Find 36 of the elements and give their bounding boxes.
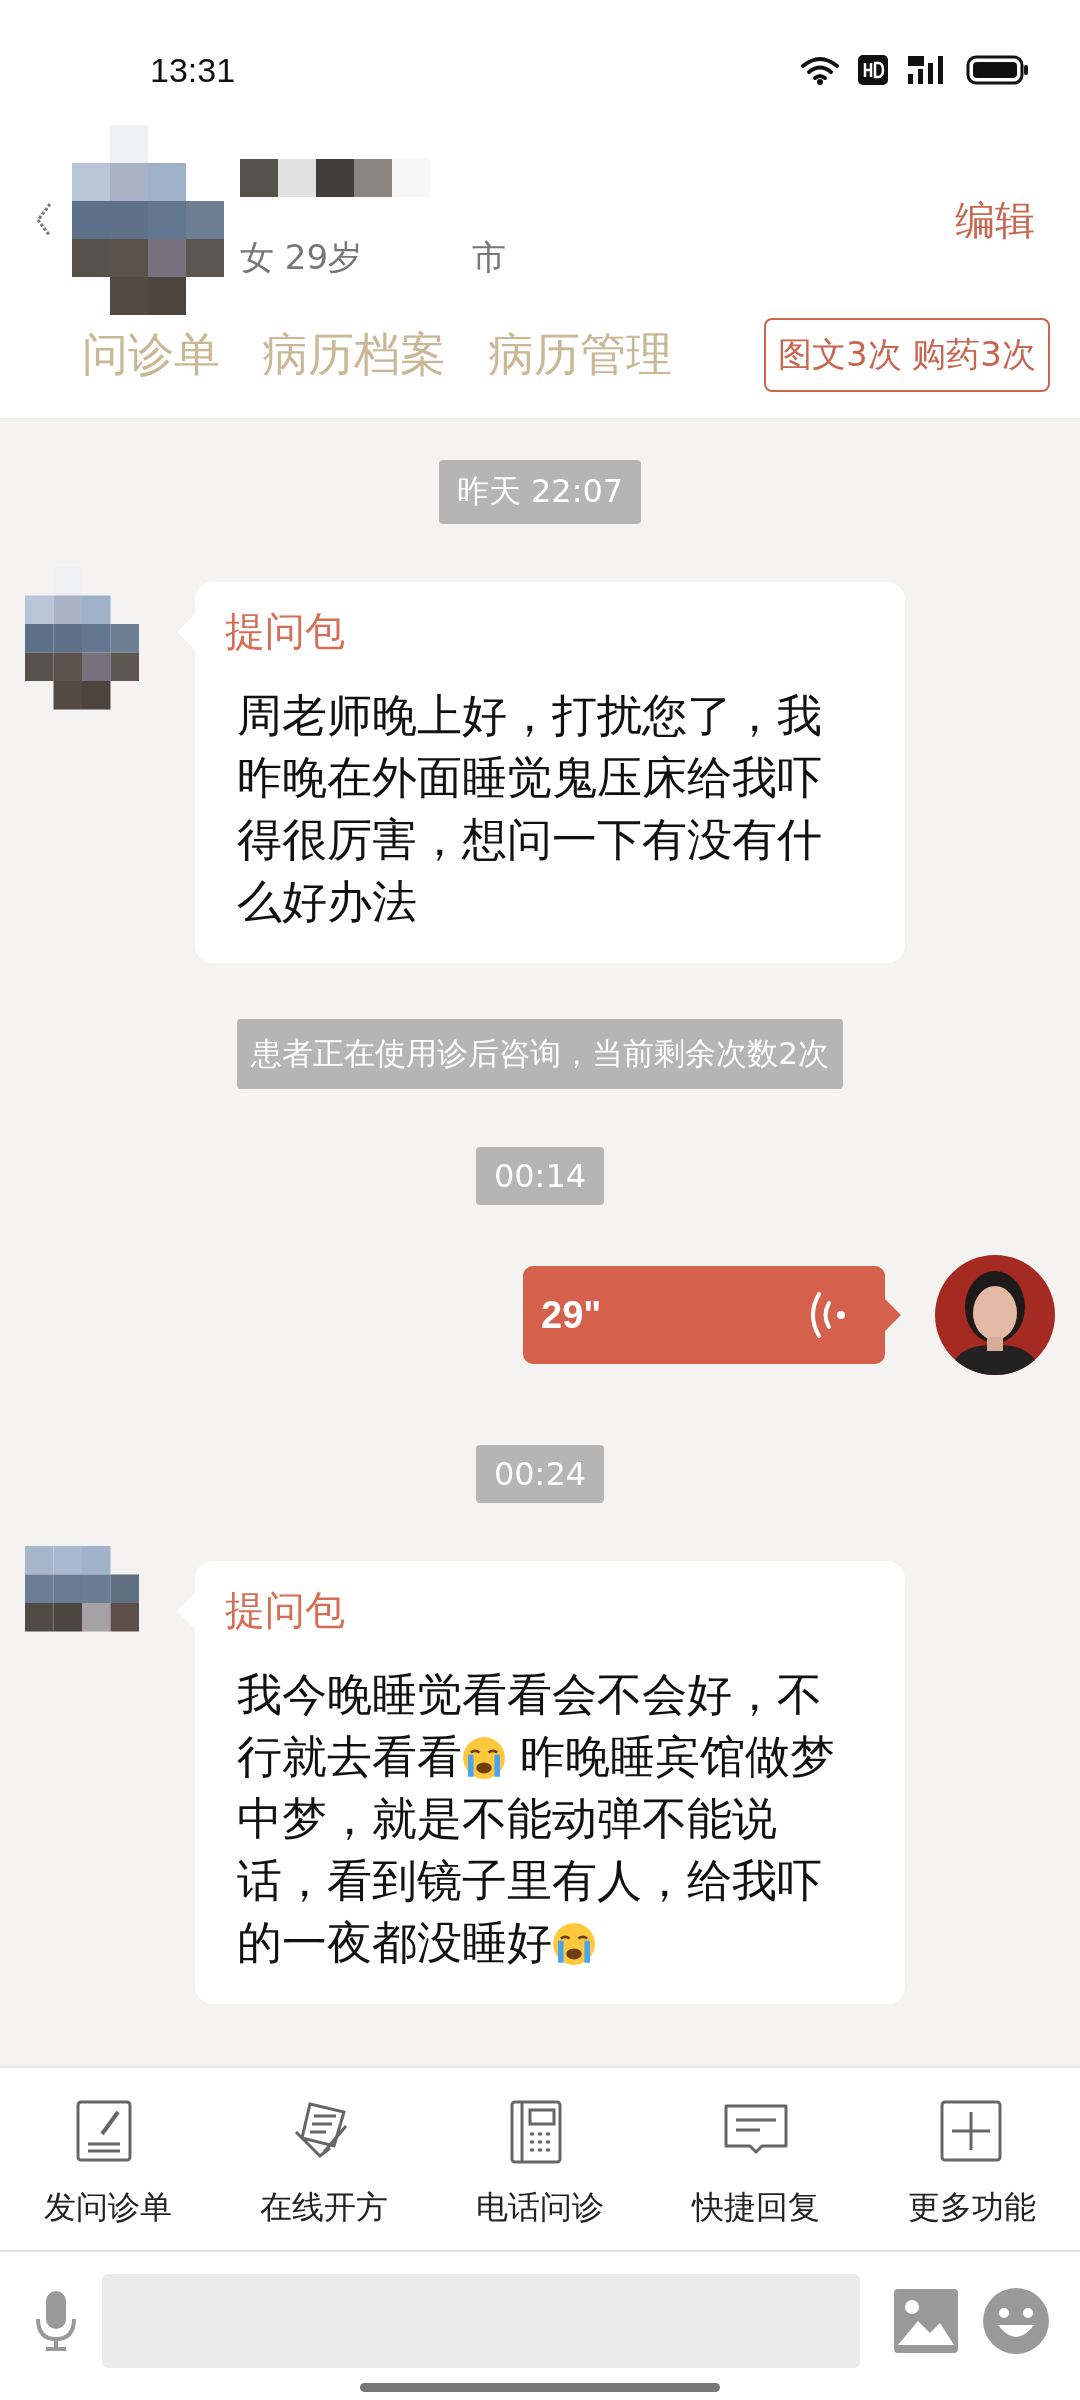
- voice-duration: 29": [541, 1293, 602, 1337]
- timestamp: 00:24: [475, 1445, 605, 1503]
- patient-info: 女 29岁: [240, 236, 363, 279]
- timestamp: 00:14: [475, 1147, 605, 1205]
- message-title: 提问包: [225, 607, 346, 656]
- message-text: 昨晚睡宾馆做梦: [519, 1730, 836, 1783]
- message-text: 昨晚在外面睡觉鬼压床给我吓: [237, 751, 822, 804]
- toolbar-label[interactable]: 更多功能: [908, 2186, 1036, 2230]
- quota-badge: 图文3次 购药3次: [763, 318, 1050, 392]
- image-icon[interactable]: [894, 2289, 958, 2353]
- microphone-icon[interactable]: [34, 2289, 78, 2353]
- home-indicator[interactable]: [360, 2382, 720, 2392]
- edit-link[interactable]: 编辑: [955, 192, 1035, 248]
- timestamp: 昨天 22:07: [438, 460, 642, 524]
- status-time: 13:31: [150, 50, 236, 90]
- message-text: 周老师晚上好，打扰您了，我: [237, 689, 822, 742]
- message-text: 我今晚睡觉看看会不会好，不: [237, 1668, 822, 1721]
- toolbar-label[interactable]: 快捷回复: [692, 2186, 820, 2230]
- message-title: 提问包: [225, 1586, 346, 1635]
- message-text: 中梦，就是不能动弹不能说: [237, 1792, 777, 1845]
- message-text: 话，看到镜子里有人，给我吓: [237, 1854, 822, 1907]
- toolbar-label[interactable]: 在线开方: [260, 2186, 388, 2230]
- crying-face-icon: [552, 1922, 596, 1966]
- battery-icon: [966, 55, 1030, 85]
- message-text: 行就去看看: [237, 1730, 462, 1783]
- crying-face-icon: [462, 1736, 506, 1780]
- system-notice: 患者正在使用诊后咨询，当前剩余次数2次: [237, 1019, 843, 1089]
- wifi-icon: [800, 55, 840, 85]
- hd-icon: [858, 55, 888, 85]
- message-text: 么好办法: [237, 875, 417, 928]
- toolbar-label[interactable]: 电话问诊: [476, 2186, 604, 2230]
- toolbar-label[interactable]: 发问诊单: [44, 2186, 172, 2230]
- message-text: 的一夜都没睡好: [237, 1916, 552, 1969]
- patient-city: 市: [472, 236, 507, 279]
- smiley-icon[interactable]: [982, 2287, 1050, 2355]
- message-text: 得很厉害，想问一下有没有什: [237, 813, 822, 866]
